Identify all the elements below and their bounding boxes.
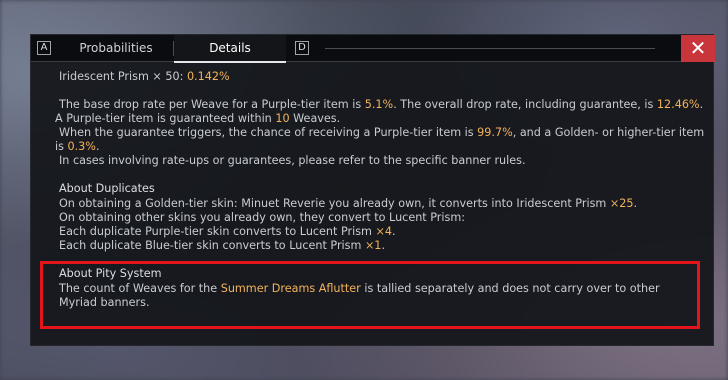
rate-ups-text: In cases involving rate-ups or guarantee… [59, 154, 526, 167]
duplicates-blue-text: Each duplicate Blue-tier skin converts t… [59, 239, 385, 252]
duplicates-other-text: On obtaining other skins you already own… [59, 211, 465, 224]
close-button[interactable]: ✕ [681, 35, 715, 62]
tab-details[interactable]: Details [174, 35, 286, 63]
base-rate-text: The base drop rate per Weave for a Purpl… [59, 98, 704, 111]
pity-text: The count of Weaves for the Summer Dream… [59, 282, 660, 295]
pity-heading: About Pity System [59, 267, 162, 280]
trigger-text: When the guarantee triggers, the chance … [55, 126, 705, 153]
pity-text-continued: Myriad banners. [59, 296, 150, 309]
tab-bar: A Probabilities Details D ✕ [31, 35, 715, 63]
duplicates-purple-text: Each duplicate Purple-tier skin converts… [59, 225, 396, 238]
key-hint-d: D [295, 41, 309, 55]
banner-name: Summer Dreams Aflutter [220, 282, 361, 295]
key-hint-a: A [37, 41, 51, 55]
close-icon: ✕ [689, 36, 707, 60]
tab-scroll-track [325, 48, 655, 49]
prism-rate-line: Iridescent Prism × 50: 0.142% [59, 70, 230, 83]
duplicates-golden-text: On obtaining a Golden-tier skin: Minuet … [59, 197, 638, 210]
details-dialog: A Probabilities Details D ✕ Iridescent P… [30, 34, 715, 347]
details-content[interactable]: Iridescent Prism × 50: 0.142% The base d… [31, 62, 715, 347]
guarantee-text: A Purple-tier item is guaranteed within … [55, 112, 341, 125]
tab-probabilities[interactable]: Probabilities [59, 35, 173, 62]
duplicates-heading: About Duplicates [59, 182, 155, 195]
